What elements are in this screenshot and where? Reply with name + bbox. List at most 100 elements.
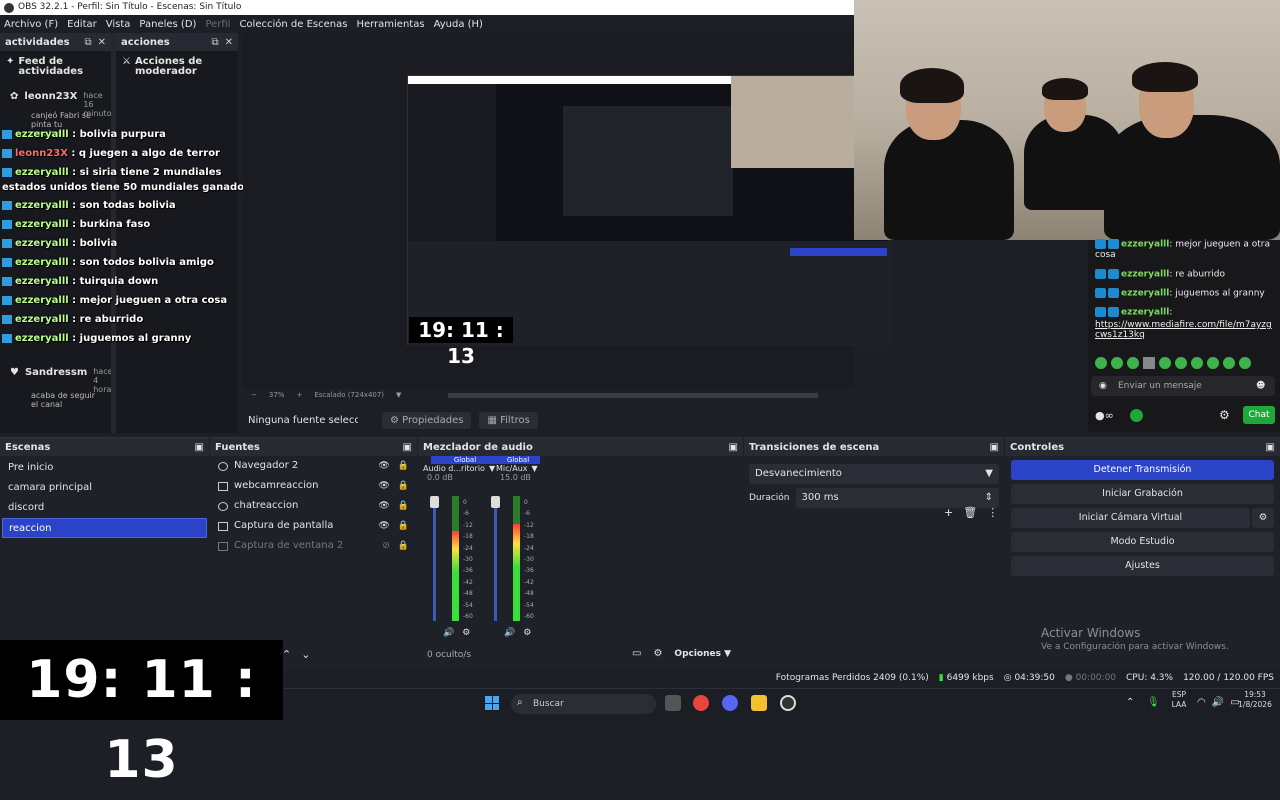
track-menu-icon[interactable]: ▼: [489, 464, 495, 473]
chat-send-button[interactable]: Chat: [1243, 406, 1275, 424]
undock-icon[interactable]: ▣: [1266, 442, 1275, 453]
scene-item[interactable]: discord: [2, 498, 207, 518]
tray-chevron-icon[interactable]: ⌃: [1126, 697, 1134, 708]
transitions-dock: Transiciones de escena ▣ Desvanecimiento ▼…: [744, 437, 1004, 669]
menu-archivo[interactable]: Archivo (F): [4, 19, 58, 30]
visibility-eye-icon[interactable]: 👁: [378, 476, 389, 496]
undock-icon[interactable]: ▣: [403, 442, 412, 453]
options-button[interactable]: Opciones ▼: [674, 649, 731, 659]
overlay-chat-line: ezzeryalll : bolivia: [2, 238, 117, 249]
discord-icon[interactable]: [722, 695, 738, 711]
settings-gear-icon[interactable]: ⚙: [1219, 408, 1230, 422]
broadcast-icon: ◎: [1003, 673, 1012, 683]
stop-stream-button[interactable]: Detener Transmisión: [1011, 460, 1274, 480]
advanced-audio-icon[interactable]: ⚙: [653, 648, 662, 659]
float-icon[interactable]: ⧉: [211, 37, 218, 48]
stream-time: ◎ 04:39:50: [1003, 673, 1055, 683]
visibility-eye-icon[interactable]: 👁: [378, 496, 389, 516]
points-icon[interactable]: ●∞: [1095, 409, 1114, 422]
obs-icon[interactable]: [780, 695, 796, 711]
file-explorer-icon[interactable]: [751, 695, 767, 711]
fader-knob[interactable]: [430, 496, 439, 508]
lock-icon[interactable]: 🔒: [398, 456, 409, 476]
undock-icon[interactable]: ▣: [195, 442, 204, 453]
menu-paneles[interactable]: Paneles (D): [139, 19, 196, 30]
duration-field[interactable]: 300 ms ⇕: [795, 488, 999, 508]
undock-icon[interactable]: ▣: [729, 442, 738, 453]
microphone-icon[interactable]: 🎙: [1147, 697, 1160, 708]
menu-editar[interactable]: Editar: [67, 19, 97, 30]
menu-coleccion[interactable]: Colección de Escenas: [239, 19, 347, 30]
language-indicator[interactable]: ESP LAA: [1168, 690, 1190, 710]
float-icon[interactable]: ⧉: [84, 37, 91, 48]
zoom-in-icon[interactable]: +: [296, 391, 302, 399]
lock-icon[interactable]: 🔒: [398, 476, 409, 496]
virtual-camera-button[interactable]: Iniciar Cámara Virtual: [1011, 508, 1250, 528]
fader-knob[interactable]: [491, 496, 500, 508]
track-settings-icon[interactable]: ⚙: [462, 628, 470, 638]
lock-icon[interactable]: 🔒: [398, 536, 409, 556]
preview-scrollbar[interactable]: [448, 392, 819, 398]
menu-herramientas[interactable]: Herramientas: [356, 19, 424, 30]
move-up-icon[interactable]: ⌃: [282, 648, 291, 661]
source-item[interactable]: Captura de pantalla 👁 🔒: [212, 516, 415, 536]
volume-fader[interactable]: [433, 496, 436, 621]
source-item[interactable]: chatreaccion 👁 🔒: [212, 496, 415, 516]
zoom-out-icon[interactable]: −: [251, 391, 257, 399]
source-item[interactable]: Captura de ventana 2 ⊘ 🔒: [212, 536, 415, 556]
properties-button[interactable]: ⚙ Propiedades: [382, 411, 472, 429]
menu-vista[interactable]: Vista: [106, 19, 131, 30]
filters-button[interactable]: ▦ Filtros: [479, 411, 538, 429]
scene-item-selected[interactable]: reaccion: [2, 518, 207, 538]
menu-ayuda[interactable]: Ayuda (H): [434, 19, 483, 30]
settings-button[interactable]: Ajustes: [1011, 556, 1274, 576]
speaker-icon[interactable]: 🔊: [443, 628, 454, 638]
close-icon[interactable]: ✕: [225, 37, 233, 48]
channel-points-icon[interactable]: [1130, 409, 1143, 422]
virtual-camera-settings-icon[interactable]: ⚙: [1252, 508, 1274, 528]
track-menu-icon[interactable]: ▼: [532, 464, 538, 473]
volume-fader[interactable]: [494, 496, 497, 621]
clock-tray[interactable]: 19:53 1/8/2026: [1232, 690, 1278, 710]
undock-icon[interactable]: ▣: [990, 442, 999, 453]
move-down-icon[interactable]: ⌄: [301, 648, 310, 661]
lock-icon[interactable]: 🔒: [398, 496, 409, 516]
menu-perfil[interactable]: Perfil: [205, 19, 230, 30]
studio-mode-button[interactable]: Modo Estudio: [1011, 532, 1274, 552]
windows-start-icon[interactable]: [485, 696, 499, 710]
source-item[interactable]: Navegador 2 👁 🔒: [212, 456, 415, 476]
visibility-eye-icon[interactable]: 👁: [378, 516, 389, 536]
add-icon[interactable]: +: [944, 506, 953, 519]
chrome-icon[interactable]: [693, 695, 709, 711]
track-settings-icon[interactable]: ⚙: [523, 628, 531, 638]
dock-divider[interactable]: [111, 33, 116, 433]
layout-icon[interactable]: ▭: [632, 648, 641, 659]
scene-item[interactable]: Pre inicio: [2, 458, 207, 478]
menu-dots-icon[interactable]: ⋮: [987, 506, 998, 519]
trash-icon[interactable]: 🗑: [963, 506, 977, 519]
transition-select[interactable]: Desvanecimiento ▼: [749, 464, 999, 484]
emote-picker-icon[interactable]: ☻: [1256, 381, 1265, 391]
task-view-icon[interactable]: [665, 695, 681, 711]
chat-badge-icon[interactable]: ◉: [1099, 381, 1107, 391]
chat-input[interactable]: Enviar un mensaje: [1091, 376, 1275, 396]
track-name: Mic/Aux: [496, 464, 528, 473]
scene-item[interactable]: camara principal: [2, 478, 207, 498]
overlay-chat-line: ezzeryalll : re aburrido: [2, 314, 143, 325]
taskbar-search[interactable]: Buscar: [511, 694, 656, 714]
hidden-eye-icon[interactable]: ⊘: [382, 536, 390, 556]
source-item[interactable]: webcamreaccion 👁 🔒: [212, 476, 415, 496]
chat-message: ezzeryalll: re aburrido: [1095, 269, 1275, 280]
transitions-header: Transiciones de escena ▣: [744, 438, 1004, 456]
lock-icon[interactable]: 🔒: [398, 516, 409, 536]
speaker-icon[interactable]: 🔊: [504, 628, 515, 638]
visibility-eye-icon[interactable]: 👁: [378, 456, 389, 476]
menu-bar: Archivo (F) Editar Vista Paneles (D) Per…: [0, 15, 854, 33]
close-icon[interactable]: ✕: [98, 37, 106, 48]
chat-link[interactable]: https://www.mediafire.com/file/m7ayzgcws…: [1095, 320, 1275, 340]
scaling-dropdown-icon[interactable]: ▼: [396, 391, 401, 399]
start-recording-button[interactable]: Iniciar Grabación: [1011, 484, 1274, 504]
level-meter: [452, 496, 459, 621]
wifi-icon[interactable]: ◠: [1197, 697, 1206, 708]
volume-icon[interactable]: 🔊: [1212, 697, 1224, 708]
